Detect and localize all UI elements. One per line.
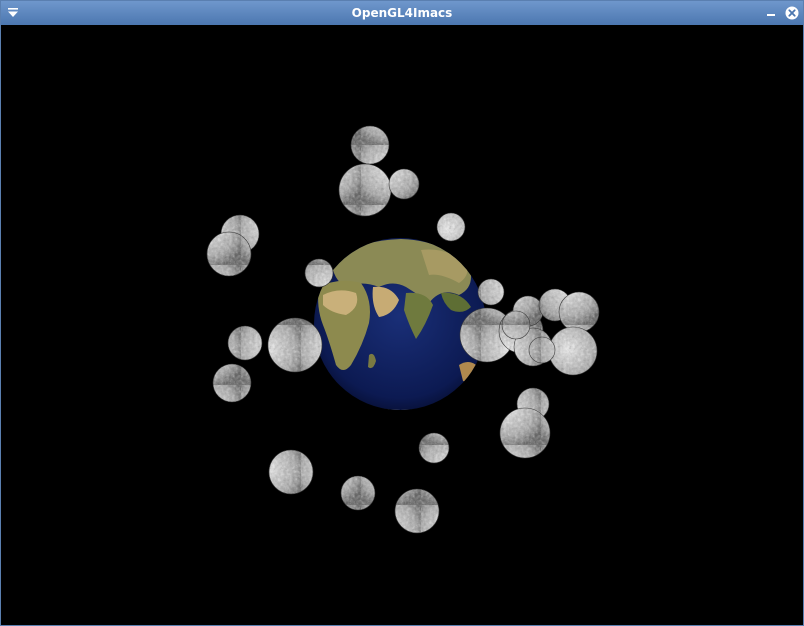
moon-sphere: [394, 488, 440, 534]
moon-sphere: [212, 363, 252, 403]
close-icon[interactable]: [784, 5, 800, 21]
scene-canvas: [206, 125, 600, 534]
moon-sphere: [268, 449, 314, 495]
moon-sphere: [206, 231, 252, 277]
moon-sphere: [436, 212, 466, 242]
moon-sphere: [267, 317, 323, 373]
window-title: OpenGL4Imacs: [351, 6, 453, 20]
moon-sphere: [477, 278, 505, 306]
earth-sphere: [314, 238, 486, 410]
app-window: OpenGL4Imacs: [0, 0, 804, 626]
moon-sphere: [528, 336, 556, 364]
title-bar[interactable]: OpenGL4Imacs: [1, 1, 803, 25]
moon-sphere: [501, 310, 531, 340]
moon-sphere: [499, 407, 551, 459]
moon-sphere: [350, 125, 390, 165]
moon-sphere: [418, 432, 450, 464]
moon-sphere: [304, 258, 334, 288]
moon-sphere: [558, 291, 600, 333]
opengl-viewport[interactable]: [1, 25, 803, 625]
moon-sphere: [338, 163, 392, 217]
moon-sphere: [227, 325, 263, 361]
moon-sphere: [548, 326, 598, 376]
minimize-icon[interactable]: [763, 5, 779, 21]
moon-sphere: [388, 168, 420, 200]
moon-sphere: [340, 475, 376, 511]
